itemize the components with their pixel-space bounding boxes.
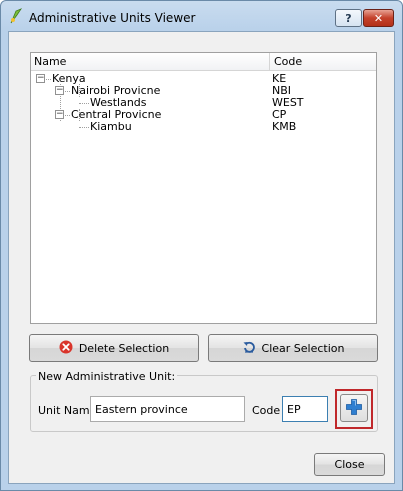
window-title: Administrative Units Viewer [29,11,196,25]
plus-icon [345,398,363,419]
column-header-code[interactable]: Code [271,53,376,71]
tree-row-name: Kiambu [90,120,132,133]
collapse-icon[interactable]: − [55,110,64,119]
tree-row[interactable]: − Central Provicne CP [31,109,376,121]
add-unit-button[interactable] [340,394,368,422]
delete-circle-icon [59,340,73,357]
tree-header: Name Code [31,53,376,71]
tree-line [79,127,89,128]
unit-name-input[interactable] [90,396,245,422]
collapse-icon[interactable]: − [36,74,45,83]
qgis-icon [9,8,23,24]
app-window: Administrative Units Viewer ? ✕ Name Cod… [0,0,403,491]
clear-selection-button[interactable]: Clear Selection [208,334,378,362]
clear-selection-label: Clear Selection [261,341,345,355]
title-bar: Administrative Units Viewer ? ✕ [1,1,402,31]
tree-row-code: KMB [272,120,297,133]
delete-selection-button[interactable]: Delete Selection [29,334,199,362]
tree-line [65,115,70,116]
window-close-button[interactable]: ✕ [363,9,394,27]
unit-name-label: Unit Name [38,404,97,417]
tree-line [46,79,51,80]
close-button[interactable]: Close [314,453,385,476]
collapse-icon[interactable]: − [55,86,64,95]
code-input[interactable] [282,396,328,422]
column-header-name[interactable]: Name [31,53,270,71]
tree-row[interactable]: Kiambu KMB [31,121,376,133]
admin-units-tree[interactable]: Name Code − Kenya KE − Nairobi Provicne … [30,52,377,324]
delete-selection-label: Delete Selection [78,341,170,355]
tree-line [79,103,89,104]
tree-line [65,91,70,92]
undo-arrow-icon [242,340,256,357]
tree-row[interactable]: − Nairobi Provicne NBI [31,85,376,97]
code-label: Code [252,404,281,417]
dialog-body: Name Code − Kenya KE − Nairobi Provicne … [8,31,395,484]
new-unit-group-title: New Administrative Unit: [36,370,178,383]
help-button[interactable]: ? [335,9,362,27]
